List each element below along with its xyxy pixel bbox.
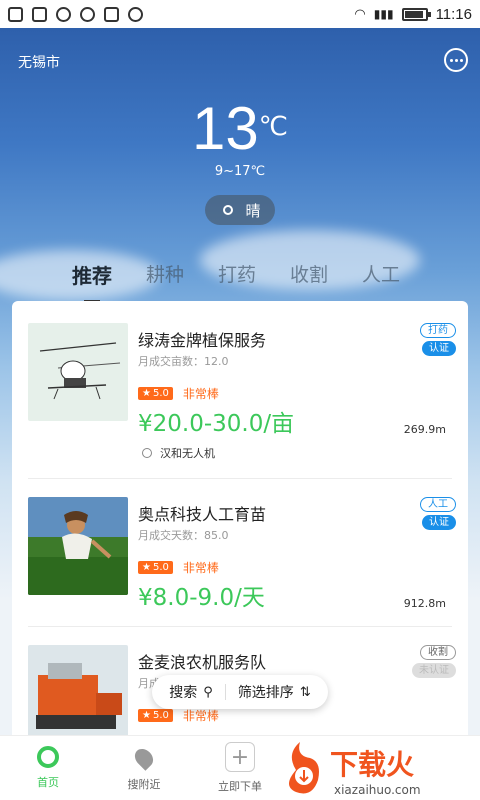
item-brand: 汉和无人机 — [142, 445, 215, 461]
shield-icon — [56, 6, 71, 22]
item-tags: 人工 认证 — [420, 497, 456, 530]
rating-value: 5.0 — [152, 562, 169, 573]
search-sort-bar: 搜索 ⚲ 筛选排序 ⇅ — [152, 675, 328, 709]
divider — [224, 684, 226, 700]
unverified-tag: 未认证 — [412, 663, 456, 678]
tab-spraying[interactable]: 打药 — [218, 260, 256, 289]
item-tags: 打药 认证 — [420, 323, 456, 356]
tab-labor[interactable]: 人工 — [362, 260, 400, 289]
star-icon: ★ — [142, 710, 151, 721]
rating-value: 5.0 — [152, 388, 169, 399]
svg-text:xiazaihuo.com: xiazaihuo.com — [334, 783, 421, 797]
location-pin-icon — [131, 745, 157, 771]
status-time: 11:16 — [435, 5, 472, 23]
item-rating: ★ 5.0 非常棒 — [138, 707, 219, 724]
filter-sort-button[interactable]: 筛选排序 ⇅ — [238, 682, 311, 702]
nav-order-now[interactable]: + 立即下单 — [200, 742, 280, 794]
search-button[interactable]: 搜索 ⚲ — [169, 682, 213, 702]
rating-value: 5.0 — [152, 710, 169, 721]
rating-badge: ★ 5.0 — [138, 387, 173, 400]
star-icon: ★ — [142, 388, 151, 399]
item-stat: 月成交亩数：12.0 — [138, 355, 229, 368]
city-label[interactable]: 无锡市 — [18, 52, 60, 72]
verified-tag: 认证 — [422, 515, 456, 530]
list-item[interactable]: 绿涛金牌植保服务 月成交亩数：12.0 ★ 5.0 非常棒 ¥20.0-30.0/… — [12, 301, 468, 466]
drone-image — [28, 323, 128, 421]
brand-label: 汉和无人机 — [160, 447, 215, 460]
nav-label: 首页 — [37, 776, 59, 789]
item-rating: ★ 5.0 非常棒 — [138, 559, 219, 576]
rating-text: 非常棒 — [182, 387, 219, 401]
plus-icon: + — [225, 742, 255, 772]
sun-icon — [219, 201, 237, 219]
item-tags: 收割 未认证 — [412, 645, 456, 678]
category-tag: 人工 — [420, 497, 456, 512]
temperature-value: 13 — [192, 95, 259, 162]
tab-recommend[interactable]: 推荐 — [72, 260, 112, 303]
nav-nearby[interactable]: 搜附近 — [104, 745, 184, 792]
search-icon: ⚲ — [203, 684, 213, 700]
signal-icon: ▮▮▮ — [373, 7, 394, 21]
temperature: 13℃ — [0, 94, 480, 163]
weather-condition-pill: 晴 — [205, 195, 275, 225]
image-icon — [32, 6, 47, 22]
home-icon — [37, 746, 59, 768]
item-distance: 912.8m — [403, 597, 446, 610]
rating-text: 非常棒 — [182, 561, 219, 575]
calendar-icon — [8, 6, 23, 22]
harvester-image — [28, 645, 128, 741]
temperature-unit: ℃ — [258, 111, 288, 141]
item-title: 金麦浪农机服务队 — [138, 653, 267, 672]
nav-label: 搜附近 — [127, 778, 161, 791]
item-price: ¥20.0-30.0/亩 — [138, 411, 295, 437]
item-title: 绿涛金牌植保服务 — [138, 331, 267, 350]
watermark-logo: 下载火 xiazaihuo.com — [282, 740, 480, 800]
list-item[interactable]: 奥点科技人工育苗 月成交天数：85.0 ★ 5.0 非常棒 ¥8.0-9.0/天 … — [12, 475, 468, 640]
nav-label: 立即下单 — [218, 780, 262, 793]
tab-farming[interactable]: 耕种 — [146, 260, 184, 289]
status-bar: ◠ ▮▮▮ 11:16 — [0, 0, 480, 28]
item-distance: 269.9m — [403, 423, 446, 436]
temperature-range: 9~17℃ — [214, 164, 266, 179]
apps-icon — [104, 6, 119, 22]
sort-icon: ⇅ — [299, 684, 311, 700]
item-rating: ★ 5.0 非常棒 — [138, 385, 219, 402]
verified-tag: 认证 — [422, 341, 456, 356]
category-tag: 收割 — [420, 645, 456, 660]
globe-icon — [80, 6, 95, 22]
category-tabs: 推荐 耕种 打药 收割 人工 — [72, 260, 400, 303]
tab-harvest[interactable]: 收割 — [290, 260, 328, 289]
search-label: 搜索 — [169, 685, 198, 701]
category-tag: 打药 — [420, 323, 456, 338]
nav-home[interactable]: 首页 — [8, 746, 88, 790]
rating-badge: ★ 5.0 — [138, 561, 173, 574]
item-price: ¥8.0-9.0/天 — [138, 585, 265, 611]
wifi-icon: ◠ — [354, 6, 366, 22]
rating-text: 非常棒 — [182, 709, 219, 723]
message-button[interactable] — [444, 48, 468, 72]
svg-text:下载火: 下载火 — [330, 748, 414, 781]
weather-condition: 晴 — [245, 201, 261, 220]
sort-label: 筛选排序 — [237, 685, 294, 701]
item-title: 奥点科技人工育苗 — [138, 505, 267, 524]
item-stat: 月成交天数：85.0 — [138, 529, 229, 542]
brand-icon — [142, 448, 152, 458]
battery-icon — [401, 7, 431, 21]
rating-badge: ★ 5.0 — [138, 709, 173, 722]
star-icon: ★ — [142, 562, 151, 573]
seedling-worker-image — [28, 497, 128, 595]
more-icon — [128, 6, 143, 22]
